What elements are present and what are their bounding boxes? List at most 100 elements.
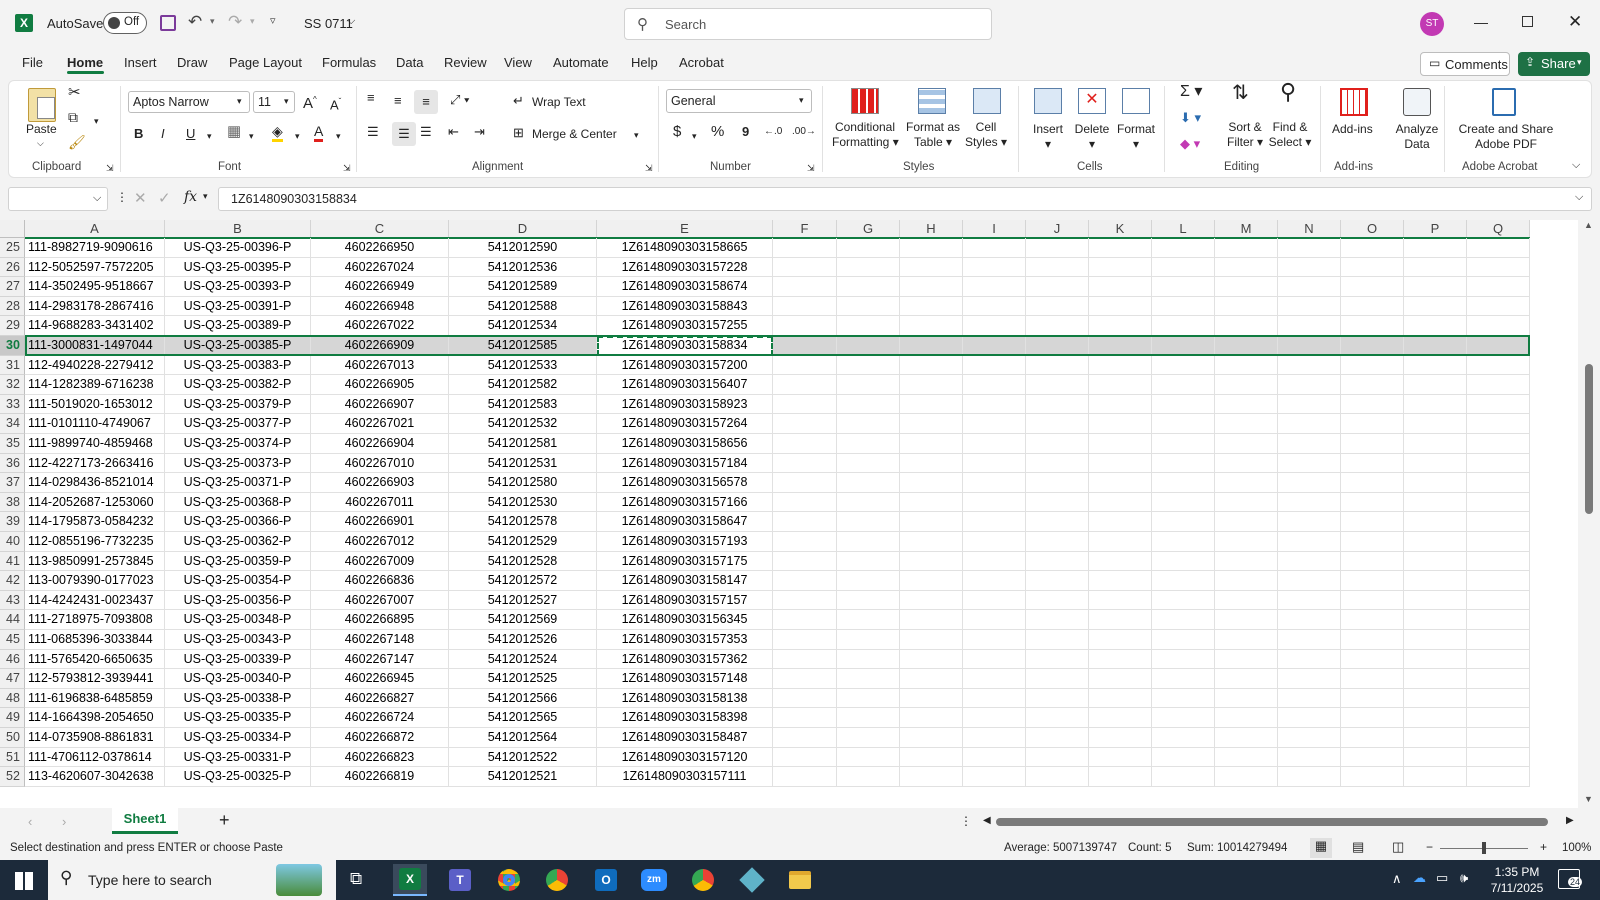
cell-g38[interactable] <box>837 492 900 513</box>
cell-h47[interactable] <box>900 669 963 689</box>
cell-c26[interactable]: 4602267024 <box>311 257 449 278</box>
cell-g29[interactable] <box>837 316 900 336</box>
cell-k32[interactable] <box>1089 375 1152 395</box>
decrease-indent-icon[interactable]: ⇤ <box>448 124 459 139</box>
cell-m48[interactable] <box>1215 688 1278 709</box>
row-header[interactable]: 36 <box>0 453 25 474</box>
cell-o45[interactable] <box>1341 630 1404 650</box>
cell-o43[interactable] <box>1341 590 1404 611</box>
notifications-icon[interactable]: 24 <box>1558 869 1583 889</box>
cell-q33[interactable] <box>1467 394 1530 415</box>
row-header[interactable]: 27 <box>0 277 25 297</box>
cell-c37[interactable]: 4602266903 <box>311 473 449 493</box>
cell-k34[interactable] <box>1089 414 1152 434</box>
cell-o35[interactable] <box>1341 434 1404 454</box>
column-header-c[interactable]: C <box>311 220 449 238</box>
decrease-font-icon[interactable]: Aˇ <box>330 94 341 112</box>
cell-b35[interactable]: US-Q3-25-00374-P <box>165 434 311 454</box>
cell-p46[interactable] <box>1404 649 1467 670</box>
cell-c31[interactable]: 4602267013 <box>311 355 449 376</box>
search-box[interactable]: ⚲ Search <box>624 8 992 40</box>
cell-g36[interactable] <box>837 453 900 474</box>
undo-dropdown-icon[interactable]: ▾ <box>210 16 215 27</box>
cell-a27[interactable]: 114-3502495-9518667 <box>25 277 165 297</box>
cell-l52[interactable] <box>1152 767 1215 787</box>
cell-l26[interactable] <box>1152 257 1215 278</box>
tab-help[interactable]: Help <box>631 55 658 70</box>
cell-b31[interactable]: US-Q3-25-00383-P <box>165 355 311 376</box>
cell-o26[interactable] <box>1341 257 1404 278</box>
cell-e47[interactable]: 1Z6148090303157148 <box>597 669 773 689</box>
cell-f31[interactable] <box>773 355 837 376</box>
cell-b48[interactable]: US-Q3-25-00338-P <box>165 688 311 709</box>
cell-c51[interactable]: 4602266823 <box>311 747 449 768</box>
column-header-e[interactable]: E <box>597 220 773 238</box>
cell-l30[interactable] <box>1152 336 1215 356</box>
cell-i44[interactable] <box>963 610 1026 630</box>
cell-d44[interactable]: 5412012569 <box>449 610 597 630</box>
column-header-j[interactable]: J <box>1026 220 1089 238</box>
normal-view-icon[interactable]: ▦ <box>1310 838 1332 858</box>
cell-l41[interactable] <box>1152 551 1215 572</box>
cell-b39[interactable]: US-Q3-25-00366-P <box>165 512 311 532</box>
format-as-table-button[interactable]: Format as Table ▾ <box>903 120 963 150</box>
cell-b27[interactable]: US-Q3-25-00393-P <box>165 277 311 297</box>
cell-m43[interactable] <box>1215 590 1278 611</box>
fx-dropdown-icon[interactable]: ▾ <box>203 191 208 202</box>
cell-c52[interactable]: 4602266819 <box>311 767 449 787</box>
merge-dropdown-icon[interactable]: ▾ <box>634 128 639 143</box>
cell-d48[interactable]: 5412012566 <box>449 688 597 709</box>
cell-p28[interactable] <box>1404 296 1467 317</box>
cell-a44[interactable]: 111-2718975-7093808 <box>25 610 165 630</box>
scroll-left-icon[interactable]: ◀ <box>983 815 991 826</box>
cell-k38[interactable] <box>1089 492 1152 513</box>
cell-m25[interactable] <box>1215 238 1278 258</box>
page-break-view-icon[interactable]: ◫ <box>1392 839 1404 855</box>
cell-n31[interactable] <box>1278 355 1341 376</box>
cell-o29[interactable] <box>1341 316 1404 336</box>
cell-k47[interactable] <box>1089 669 1152 689</box>
cell-f40[interactable] <box>773 532 837 552</box>
cell-e37[interactable]: 1Z6148090303156578 <box>597 473 773 493</box>
row-header[interactable]: 42 <box>0 571 25 591</box>
cell-d46[interactable]: 5412012524 <box>449 649 597 670</box>
cell-p39[interactable] <box>1404 512 1467 532</box>
cell-g50[interactable] <box>837 728 900 748</box>
close-icon[interactable]: ✕ <box>1568 12 1582 32</box>
cell-b36[interactable]: US-Q3-25-00373-P <box>165 453 311 474</box>
cell-p33[interactable] <box>1404 394 1467 415</box>
wrap-text-button[interactable]: Wrap Text <box>532 95 586 110</box>
restore-icon[interactable] <box>1522 16 1533 27</box>
percent-button[interactable]: % <box>711 124 724 139</box>
cell-h26[interactable] <box>900 257 963 278</box>
cell-h37[interactable] <box>900 473 963 493</box>
cell-f42[interactable] <box>773 571 837 591</box>
cell-n47[interactable] <box>1278 669 1341 689</box>
cell-e48[interactable]: 1Z6148090303158138 <box>597 688 773 709</box>
cell-b42[interactable]: US-Q3-25-00354-P <box>165 571 311 591</box>
cell-a28[interactable]: 114-2983178-2867416 <box>25 296 165 317</box>
cell-p35[interactable] <box>1404 434 1467 454</box>
cell-j43[interactable] <box>1026 590 1089 611</box>
zoom-level[interactable]: 100% <box>1562 842 1591 854</box>
row-header[interactable]: 35 <box>0 434 25 454</box>
cell-f39[interactable] <box>773 512 837 532</box>
format-cells-button[interactable]: Format ▾ <box>1116 122 1156 152</box>
cell-d33[interactable]: 5412012583 <box>449 394 597 415</box>
cell-n46[interactable] <box>1278 649 1341 670</box>
paste-button[interactable]: Paste <box>26 122 57 137</box>
cell-j36[interactable] <box>1026 453 1089 474</box>
cell-h42[interactable] <box>900 571 963 591</box>
row-header[interactable]: 51 <box>0 747 25 768</box>
cell-e35[interactable]: 1Z6148090303158656 <box>597 434 773 454</box>
copy-dropdown-icon[interactable]: ▾ <box>94 114 99 129</box>
column-header-a[interactable]: A <box>25 220 165 238</box>
cell-j47[interactable] <box>1026 669 1089 689</box>
clock-time[interactable]: 1:35 PM <box>1491 865 1543 879</box>
cell-k33[interactable] <box>1089 394 1152 415</box>
row-header[interactable]: 34 <box>0 414 25 434</box>
cell-n26[interactable] <box>1278 257 1341 278</box>
cell-c35[interactable]: 4602266904 <box>311 434 449 454</box>
cell-j25[interactable] <box>1026 238 1089 258</box>
cell-o38[interactable] <box>1341 492 1404 513</box>
